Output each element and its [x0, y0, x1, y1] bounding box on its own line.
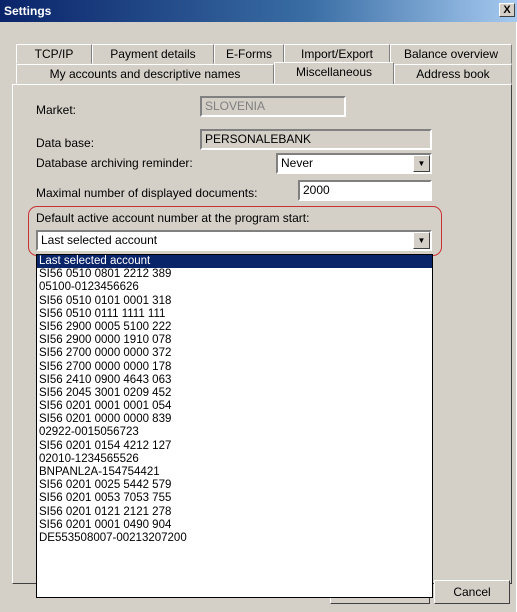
dropdown-option[interactable]: 05100-0123456626 — [37, 281, 432, 294]
max-docs-label: Maximal number of displayed documents: — [36, 186, 258, 200]
dropdown-option[interactable]: 02922-0015056723 — [37, 426, 432, 439]
dropdown-option[interactable]: SI56 2700 0000 0000 178 — [37, 361, 432, 374]
default-account-select[interactable]: Last selected account ▼ — [36, 230, 432, 251]
market-label: Market: — [36, 103, 77, 117]
dropdown-option[interactable]: SI56 2900 0005 5100 222 — [37, 321, 432, 334]
chevron-down-icon[interactable]: ▼ — [413, 155, 430, 172]
database-label: Data base: — [36, 136, 95, 150]
archiving-label: Database archiving reminder: — [36, 156, 193, 170]
dropdown-option[interactable]: SI56 0201 0001 0001 054 — [37, 400, 432, 413]
dropdown-option[interactable]: SI56 0201 0000 0000 839 — [37, 413, 432, 426]
dropdown-option[interactable]: Last selected account — [37, 255, 432, 269]
dropdown-option[interactable]: SI56 0510 0801 2212 389 — [37, 268, 432, 281]
settings-dialog: Settings X TCP/IP Payment details E-Form… — [0, 0, 517, 612]
database-field: PERSONALEBANK — [200, 129, 432, 150]
dropdown-option[interactable]: SI56 2900 0000 1910 078 — [37, 334, 432, 347]
market-field: SLOVENIA — [200, 96, 346, 117]
title-bar: Settings X — [0, 0, 517, 22]
tab-payment-details[interactable]: Payment details — [92, 44, 214, 64]
chevron-down-icon[interactable]: ▼ — [413, 232, 430, 249]
tab-tcp-ip[interactable]: TCP/IP — [16, 44, 92, 64]
dropdown-option[interactable]: SI56 2045 3001 0209 452 — [37, 387, 432, 400]
dropdown-option[interactable]: SI56 0510 0111 1111 111 — [37, 308, 432, 321]
default-account-label: Default active account number at the pro… — [36, 211, 310, 225]
tab-address-book[interactable]: Address book — [394, 64, 512, 84]
tab-e-forms[interactable]: E-Forms — [214, 44, 284, 64]
dropdown-option[interactable]: SI56 0201 0154 4212 127 — [37, 440, 432, 453]
dropdown-option[interactable]: SI56 2700 0000 0000 372 — [37, 347, 432, 360]
close-button[interactable]: X — [499, 3, 515, 17]
dropdown-option[interactable]: SI56 0201 0121 2121 278 — [37, 506, 432, 519]
dropdown-option[interactable]: SI56 0510 0101 0001 318 — [37, 295, 432, 308]
cancel-button[interactable]: Cancel — [434, 580, 510, 604]
tab-miscellaneous[interactable]: Miscellaneous — [274, 62, 394, 84]
dropdown-option[interactable]: SI56 0201 0025 5442 579 — [37, 479, 432, 492]
dropdown-option[interactable]: DE553508007-00213207200 — [37, 532, 432, 545]
dropdown-option[interactable]: SI56 0201 0053 7053 755 — [37, 492, 432, 505]
window-title: Settings — [4, 4, 52, 18]
archiving-select[interactable]: Never ▼ — [276, 153, 432, 174]
archiving-value: Never — [281, 156, 314, 170]
tab-import-export[interactable]: Import/Export — [284, 44, 390, 64]
dropdown-option[interactable]: 02010-1234565526 — [37, 453, 432, 466]
tab-my-accounts[interactable]: My accounts and descriptive names — [16, 64, 274, 84]
dropdown-option[interactable]: SI56 2410 0900 4643 063 — [37, 374, 432, 387]
dropdown-option[interactable]: SI56 0201 0001 0490 904 — [37, 519, 432, 532]
tab-balance-overview[interactable]: Balance overview — [390, 44, 512, 64]
account-dropdown-list[interactable]: Last selected account SI56 0510 0801 2212… — [36, 254, 433, 598]
max-docs-input[interactable]: 2000 — [298, 180, 432, 201]
default-account-value: Last selected account — [41, 233, 158, 247]
dropdown-option[interactable]: BNPANL2A-154754421 — [37, 466, 432, 479]
